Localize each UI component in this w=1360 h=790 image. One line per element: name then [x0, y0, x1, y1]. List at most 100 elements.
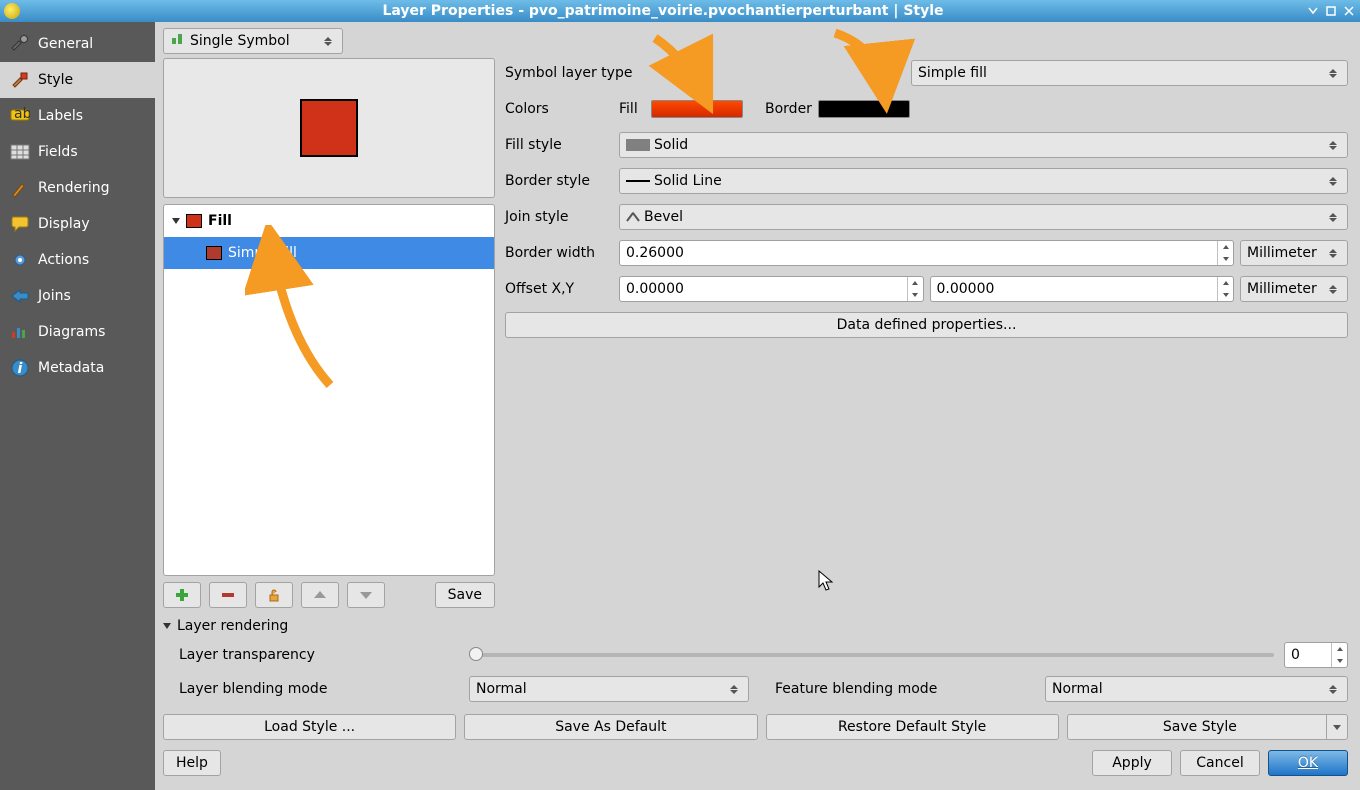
border-width-input[interactable]: 0.26000 [619, 240, 1234, 266]
table-icon [10, 142, 30, 162]
sidebar-item-general[interactable]: General [0, 26, 155, 62]
combo-value: Millimeter [1247, 245, 1329, 261]
save-symbol-button[interactable]: Save [435, 582, 495, 608]
offset-x-input[interactable]: 0.00000 [619, 276, 924, 302]
add-symbol-layer-button[interactable] [163, 582, 201, 608]
sidebar-item-label: Display [38, 216, 90, 232]
sidebar-item-label: Labels [38, 108, 83, 124]
sidebar-item-actions[interactable]: Actions [0, 242, 155, 278]
layer-rendering-toggle[interactable]: Layer rendering [163, 618, 1348, 634]
speech-icon [10, 214, 30, 234]
simplefill-swatch-icon [206, 246, 222, 260]
fill-color-button[interactable] [651, 100, 743, 118]
remove-symbol-layer-button[interactable] [209, 582, 247, 608]
ok-button[interactable]: OK [1268, 750, 1348, 776]
fill-style-label: Fill style [505, 137, 613, 153]
preview-swatch [300, 99, 358, 157]
help-button[interactable]: Help [163, 750, 221, 776]
close-button[interactable] [1342, 4, 1356, 18]
svg-text:i: i [18, 361, 23, 377]
tree-row-label: Fill [208, 213, 232, 229]
border-color-button[interactable] [818, 100, 910, 118]
tree-row-fill[interactable]: Fill [164, 205, 494, 237]
join-style-label: Join style [505, 209, 613, 225]
border-width-value: 0.26000 [620, 241, 1217, 265]
sidebar-item-diagrams[interactable]: Diagrams [0, 314, 155, 350]
bevel-preview-icon [626, 212, 640, 222]
sidebar-item-label: Joins [38, 288, 71, 304]
gear-icon [10, 250, 30, 270]
colors-label: Colors [505, 101, 613, 117]
titlebar: Layer Properties - pvo_patrimoine_voirie… [0, 0, 1360, 22]
combo-value: Solid Line [654, 173, 1329, 189]
save-default-button[interactable]: Save As Default [464, 714, 757, 740]
combo-value: Millimeter [1247, 281, 1329, 297]
svg-text:abc: abc [14, 107, 30, 122]
combo-value: Bevel [644, 209, 1329, 225]
combo-value: Normal [1052, 681, 1329, 697]
layer-blending-combo[interactable]: Normal [469, 676, 749, 702]
offset-x-value: 0.00000 [620, 277, 907, 301]
save-style-label: Save Style [1074, 719, 1326, 735]
content: Single Symbol Fill [155, 22, 1360, 790]
layer-blending-label: Layer blending mode [179, 681, 459, 697]
sidebar-item-joins[interactable]: Joins [0, 278, 155, 314]
sidebar-item-metadata[interactable]: i Metadata [0, 350, 155, 386]
symbol-layer-tree[interactable]: Fill Simple fill [163, 204, 495, 576]
move-down-button[interactable] [347, 582, 385, 608]
transparency-input[interactable]: 0 [1284, 642, 1348, 668]
slider-thumb[interactable] [469, 647, 483, 661]
data-defined-properties-button[interactable]: Data defined properties... [505, 312, 1348, 338]
apply-button[interactable]: Apply [1092, 750, 1172, 776]
sidebar-item-rendering[interactable]: Rendering [0, 170, 155, 206]
layer-transparency-label: Layer transparency [179, 647, 459, 663]
info-icon: i [10, 358, 30, 378]
sidebar-item-labels[interactable]: abc Labels [0, 98, 155, 134]
restore-default-button[interactable]: Restore Default Style [766, 714, 1059, 740]
border-label: Border [765, 101, 812, 117]
load-style-button[interactable]: Load Style ... [163, 714, 456, 740]
chart-icon [10, 322, 30, 342]
symbol-mode-combo[interactable]: Single Symbol [163, 28, 343, 54]
offset-unit-combo[interactable]: Millimeter [1240, 276, 1348, 302]
border-style-preview-icon [626, 180, 650, 182]
joins-icon [10, 286, 30, 306]
tree-row-label: Simple fill [228, 245, 297, 261]
transparency-slider[interactable] [469, 653, 1274, 657]
fill-style-combo[interactable]: Solid [619, 132, 1348, 158]
cancel-button[interactable]: Cancel [1180, 750, 1260, 776]
join-style-combo[interactable]: Bevel [619, 204, 1348, 230]
symbol-layer-type-combo[interactable]: Simple fill [911, 60, 1348, 86]
fill-label: Fill [619, 101, 645, 117]
symbol-layer-type-label: Symbol layer type [505, 65, 905, 81]
border-style-label: Border style [505, 173, 613, 189]
feature-blending-combo[interactable]: Normal [1045, 676, 1348, 702]
section-label: Layer rendering [177, 618, 288, 634]
maximize-button[interactable] [1324, 4, 1338, 18]
window-title: Layer Properties - pvo_patrimoine_voirie… [24, 3, 1302, 19]
app-icon [4, 3, 20, 19]
minimize-button[interactable] [1306, 4, 1320, 18]
border-width-unit-combo[interactable]: Millimeter [1240, 240, 1348, 266]
sidebar-item-label: Actions [38, 252, 89, 268]
combo-value: Normal [476, 681, 730, 697]
feature-blending-label: Feature blending mode [775, 681, 1035, 697]
combo-value: Solid [654, 137, 1329, 153]
lock-symbol-layer-button[interactable] [255, 582, 293, 608]
sidebar-item-fields[interactable]: Fields [0, 134, 155, 170]
sidebar-item-label: General [38, 36, 93, 52]
symbol-mode-label: Single Symbol [190, 33, 324, 49]
tree-row-simplefill[interactable]: Simple fill [164, 237, 494, 269]
fill-swatch-icon [186, 214, 202, 228]
border-style-combo[interactable]: Solid Line [619, 168, 1348, 194]
wrench-icon [10, 34, 30, 54]
sidebar-item-style[interactable]: Style [0, 62, 155, 98]
sidebar-item-display[interactable]: Display [0, 206, 155, 242]
offset-label: Offset X,Y [505, 281, 613, 297]
rendering-icon [10, 178, 30, 198]
transparency-value: 0 [1285, 643, 1331, 667]
save-style-combo-button[interactable]: Save Style [1067, 714, 1348, 740]
offset-y-input[interactable]: 0.00000 [930, 276, 1235, 302]
move-up-button[interactable] [301, 582, 339, 608]
border-width-label: Border width [505, 245, 613, 261]
